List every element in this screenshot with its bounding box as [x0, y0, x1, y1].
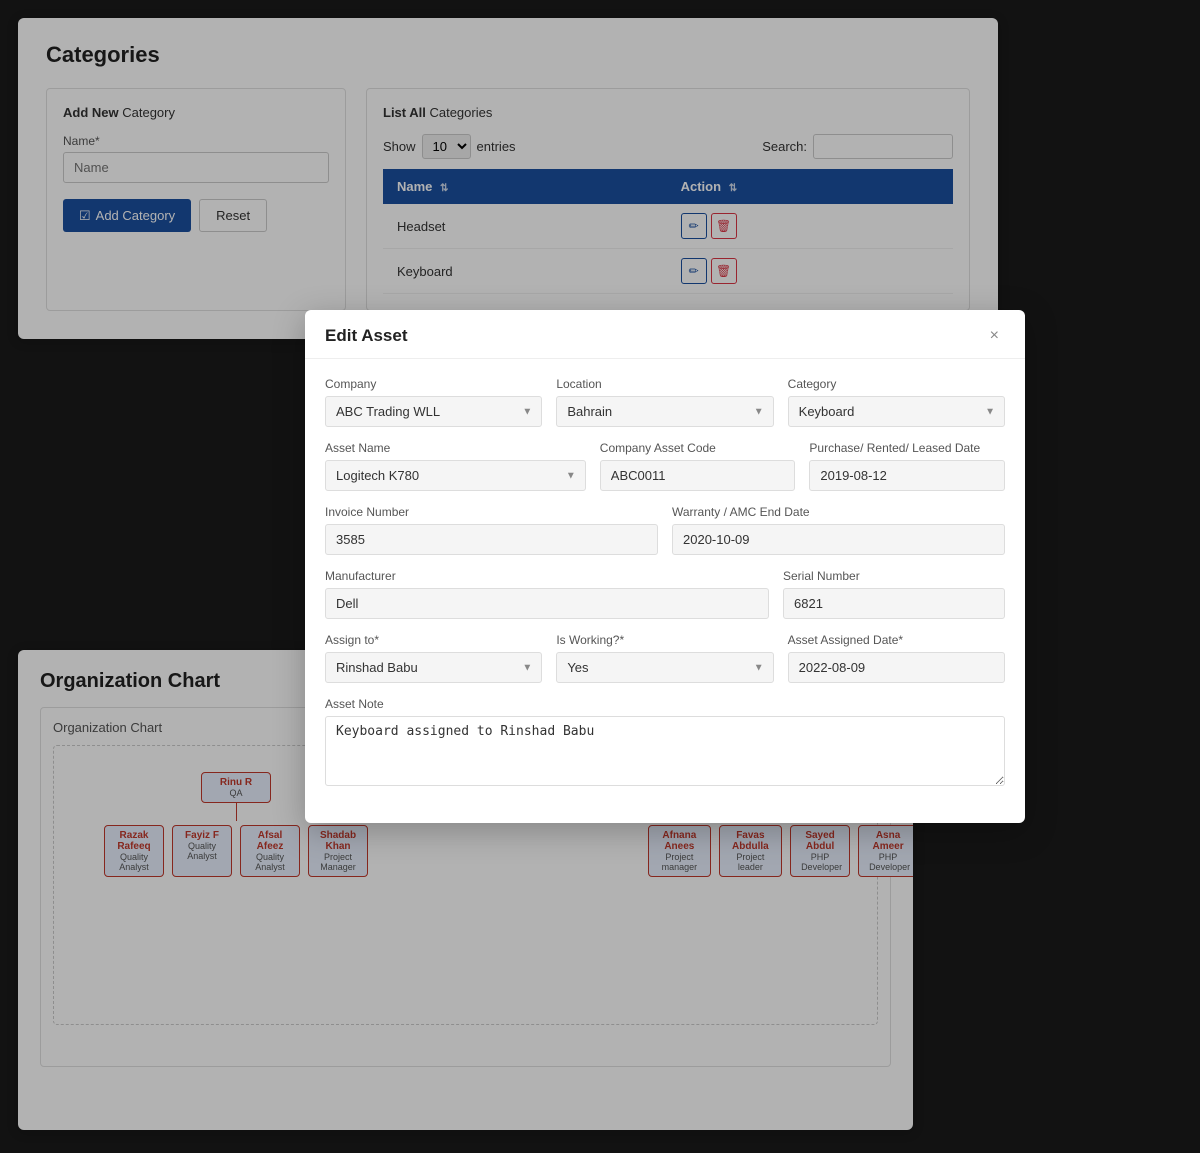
assign-to-select[interactable]: Rinshad Babu	[325, 652, 542, 683]
manufacturer-input[interactable]	[325, 588, 769, 619]
modal-title: Edit Asset	[325, 326, 408, 346]
company-asset-code-col: Company Asset Code	[600, 441, 796, 491]
edit-asset-modal: Edit Asset × Company ABC Trading WLL ▼ L…	[305, 310, 1025, 823]
purchase-date-label: Purchase/ Rented/ Leased Date	[809, 441, 1005, 455]
manufacturer-label: Manufacturer	[325, 569, 769, 583]
company-asset-code-label: Company Asset Code	[600, 441, 796, 455]
serial-number-label: Serial Number	[783, 569, 1005, 583]
company-asset-code-input[interactable]	[600, 460, 796, 491]
company-col: Company ABC Trading WLL ▼	[325, 377, 542, 427]
is-working-col: Is Working?* Yes ▼	[556, 633, 773, 683]
category-col: Category Keyboard ▼	[788, 377, 1005, 427]
modal-close-button[interactable]: ×	[984, 326, 1005, 346]
warranty-label: Warranty / AMC End Date	[672, 505, 1005, 519]
purchase-date-col: Purchase/ Rented/ Leased Date	[809, 441, 1005, 491]
purchase-date-input[interactable]	[809, 460, 1005, 491]
location-select[interactable]: Bahrain	[556, 396, 773, 427]
assign-to-label: Assign to*	[325, 633, 542, 647]
modal-header: Edit Asset ×	[305, 310, 1025, 359]
warranty-col: Warranty / AMC End Date	[672, 505, 1005, 555]
serial-number-input[interactable]	[783, 588, 1005, 619]
asset-note-textarea[interactable]	[325, 716, 1005, 786]
manufacturer-col: Manufacturer	[325, 569, 769, 619]
location-col: Location Bahrain ▼	[556, 377, 773, 427]
asset-note-col: Asset Note	[325, 697, 1005, 789]
asset-assigned-date-col: Asset Assigned Date*	[788, 633, 1005, 683]
assign-to-col: Assign to* Rinshad Babu ▼	[325, 633, 542, 683]
asset-name-col: Asset Name Logitech K780 ▼	[325, 441, 586, 491]
asset-assigned-date-input[interactable]	[788, 652, 1005, 683]
company-label: Company	[325, 377, 542, 391]
warranty-input[interactable]	[672, 524, 1005, 555]
asset-assigned-date-label: Asset Assigned Date*	[788, 633, 1005, 647]
is-working-label: Is Working?*	[556, 633, 773, 647]
company-select[interactable]: ABC Trading WLL	[325, 396, 542, 427]
asset-note-label: Asset Note	[325, 697, 1005, 711]
category-select[interactable]: Keyboard	[788, 396, 1005, 427]
invoice-number-input[interactable]	[325, 524, 658, 555]
asset-name-label: Asset Name	[325, 441, 586, 455]
location-label: Location	[556, 377, 773, 391]
asset-name-select[interactable]: Logitech K780	[325, 460, 586, 491]
serial-number-col: Serial Number	[783, 569, 1005, 619]
invoice-number-col: Invoice Number	[325, 505, 658, 555]
is-working-select[interactable]: Yes	[556, 652, 773, 683]
invoice-number-label: Invoice Number	[325, 505, 658, 519]
category-label: Category	[788, 377, 1005, 391]
modal-body: Company ABC Trading WLL ▼ Location Bahra…	[305, 359, 1025, 789]
